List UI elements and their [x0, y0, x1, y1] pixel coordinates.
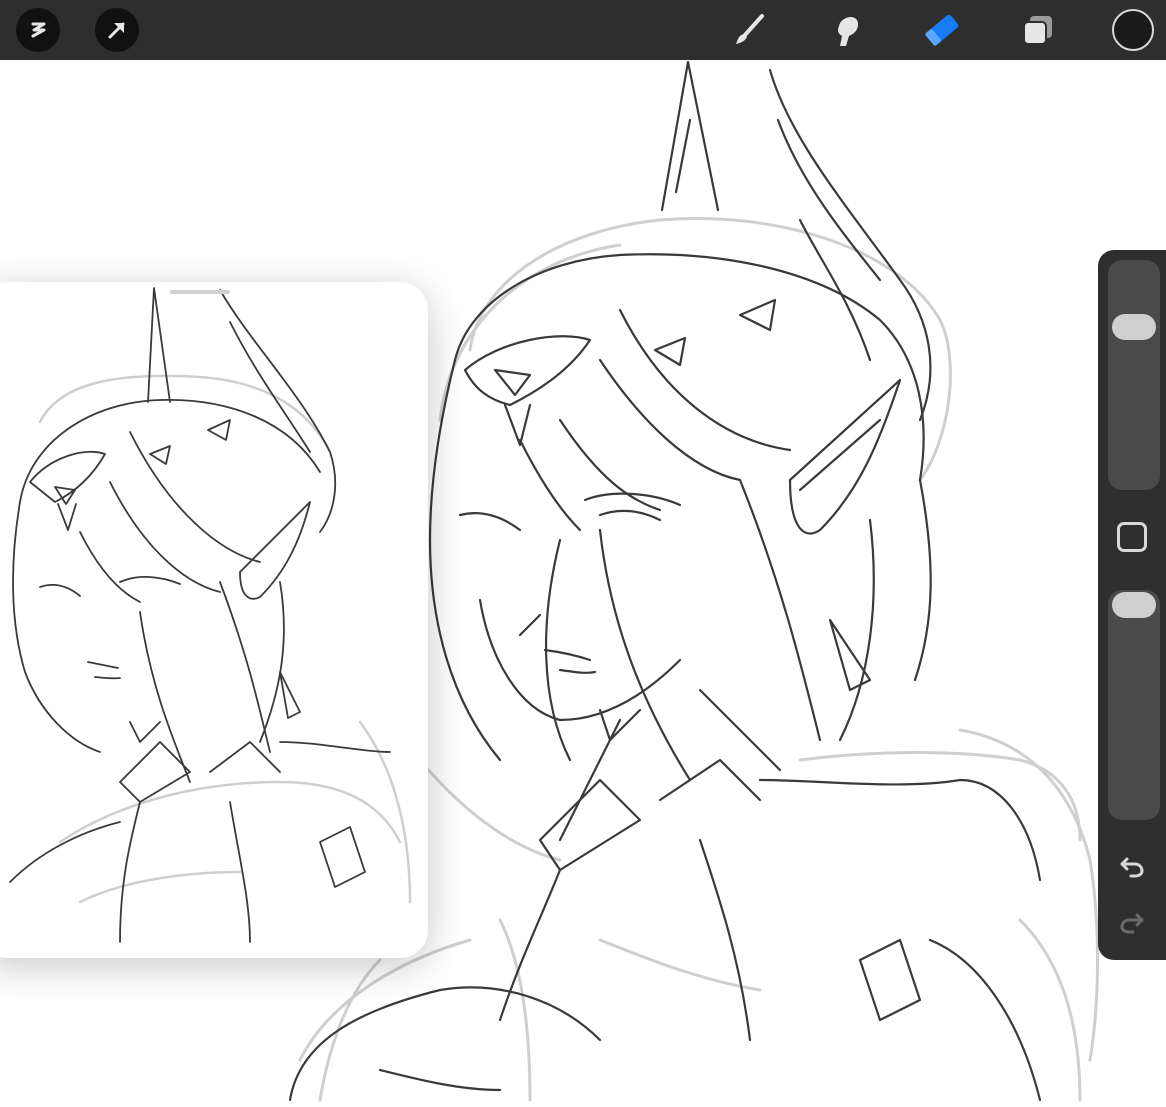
- redo-button[interactable]: [1116, 906, 1148, 938]
- transform-button[interactable]: [95, 8, 139, 52]
- color-well[interactable]: [1112, 9, 1154, 51]
- undo-button[interactable]: [1116, 850, 1148, 882]
- brush-opacity-slider[interactable]: [1108, 590, 1160, 820]
- procreate-app: [0, 0, 1166, 1107]
- brush-size-knob[interactable]: [1112, 314, 1156, 340]
- layers-button[interactable]: [1018, 10, 1058, 50]
- brush-opacity-knob[interactable]: [1112, 592, 1156, 618]
- canvas[interactable]: [0, 60, 1166, 1107]
- modify-square-icon[interactable]: [1117, 522, 1147, 552]
- reference-sketch-drawing: [9, 287, 412, 943]
- layers-icon: [1023, 16, 1052, 45]
- brush-icon: [736, 14, 764, 44]
- gallery-s-icon: [31, 22, 46, 38]
- eraser-button[interactable]: [920, 10, 964, 50]
- brush-sidebar: [1098, 250, 1166, 960]
- brush-button[interactable]: [730, 10, 770, 50]
- smudge-icon: [838, 16, 859, 46]
- reference-drag-handle[interactable]: [170, 290, 230, 294]
- top-toolbar: [0, 0, 1166, 60]
- gallery-button[interactable]: [16, 8, 60, 52]
- reference-panel[interactable]: [0, 282, 428, 958]
- eraser-icon: [925, 14, 959, 46]
- brush-size-slider[interactable]: [1108, 260, 1160, 490]
- redo-icon: [1120, 913, 1144, 934]
- smudge-button[interactable]: [826, 10, 866, 50]
- transform-arrow-icon: [108, 22, 125, 39]
- undo-icon: [1120, 857, 1144, 878]
